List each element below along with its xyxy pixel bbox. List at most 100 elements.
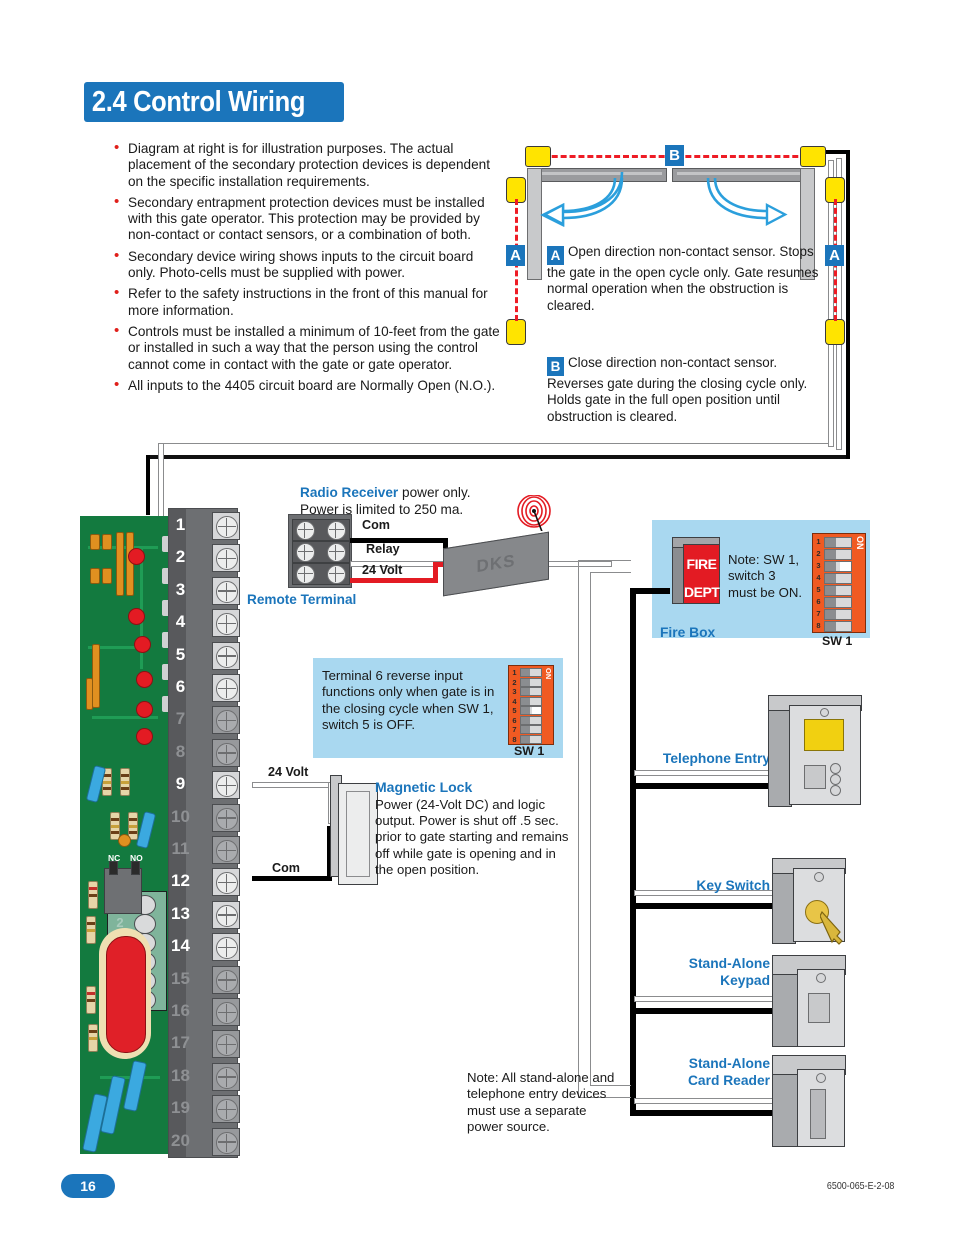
dip-switch-lever[interactable] bbox=[824, 549, 852, 560]
terminal-screw[interactable] bbox=[216, 1034, 238, 1057]
remote-terminal-screw[interactable] bbox=[296, 521, 315, 540]
dip-switch-sw1-terminal6-label: SW 1 bbox=[514, 744, 545, 758]
terminal-screw[interactable] bbox=[216, 1066, 238, 1089]
terminal-screw-housing bbox=[212, 1030, 240, 1059]
terminal-screw[interactable] bbox=[216, 742, 238, 765]
remote-terminal-cell[interactable] bbox=[292, 541, 350, 563]
standalone-keypad-label-l1: Stand-Alone bbox=[688, 956, 770, 971]
terminal-row[interactable]: 3 bbox=[176, 574, 240, 606]
dip-switch-lever[interactable] bbox=[824, 609, 852, 620]
terminal-screw[interactable] bbox=[216, 678, 238, 700]
terminal-screw-housing bbox=[212, 868, 240, 897]
dip-switch-lever-active[interactable] bbox=[520, 706, 542, 715]
page-title: 2.4 Control Wiring bbox=[91, 86, 306, 118]
remote-terminal-screw[interactable] bbox=[327, 521, 346, 540]
terminal-screw[interactable] bbox=[216, 904, 238, 927]
terminal-row[interactable]: 20 bbox=[171, 1125, 240, 1157]
terminal-row[interactable]: 15 bbox=[171, 963, 240, 995]
remote-terminal-block[interactable] bbox=[288, 514, 352, 588]
terminal-screw[interactable] bbox=[216, 937, 238, 960]
wire-label-relay: Relay bbox=[366, 542, 400, 556]
dip-switch-lever[interactable] bbox=[824, 537, 852, 548]
terminal-row[interactable]: 10 bbox=[171, 801, 240, 833]
terminal-screw[interactable] bbox=[216, 872, 238, 895]
wire-24v-red bbox=[350, 578, 438, 583]
device-screw bbox=[816, 973, 826, 983]
dip-switch-lever[interactable] bbox=[520, 715, 542, 725]
terminal-screw[interactable] bbox=[216, 645, 238, 668]
device-button[interactable] bbox=[830, 763, 841, 774]
dip-switch-lever[interactable] bbox=[520, 725, 542, 734]
terminal-row[interactable]: 2 bbox=[176, 541, 240, 573]
terminal-row[interactable]: 1 bbox=[176, 509, 240, 541]
terminal-row[interactable]: 17 bbox=[171, 1027, 240, 1059]
bullet-item: All inputs to the 4405 circuit board are… bbox=[112, 377, 502, 394]
terminal-screw[interactable] bbox=[216, 1099, 238, 1122]
terminal-number: 17 bbox=[171, 1033, 190, 1053]
dip-switch-lever[interactable] bbox=[520, 687, 542, 696]
terminal-screw[interactable] bbox=[216, 516, 238, 538]
terminal-screw[interactable] bbox=[216, 775, 238, 798]
terminal-screw[interactable] bbox=[216, 1131, 238, 1154]
terminal-row[interactable]: 11 bbox=[172, 833, 240, 865]
dip-switch-lever[interactable] bbox=[520, 677, 542, 687]
dip-switch-lever[interactable] bbox=[520, 696, 542, 706]
bullet-item: Secondary entrapment protection devices … bbox=[112, 194, 502, 244]
sensor-b-text: Close direction non-contact sensor. Reve… bbox=[547, 355, 808, 424]
terminal-screw[interactable] bbox=[216, 580, 238, 603]
dip-switch-sw1-terminal6[interactable]: 1 2 3 4 5 6 7 8 ON bbox=[508, 665, 554, 745]
bullet-item: Secondary device wiring shows inputs to … bbox=[112, 248, 502, 282]
dip-switch-lever[interactable] bbox=[824, 573, 852, 584]
terminal-row[interactable]: 16 bbox=[171, 995, 240, 1027]
dip-switch-lever[interactable] bbox=[824, 621, 852, 632]
dip-switch-lever[interactable] bbox=[824, 585, 852, 596]
remote-terminal-screw[interactable] bbox=[296, 565, 315, 584]
remote-terminal-screw[interactable] bbox=[327, 543, 346, 562]
terminal-screw-housing bbox=[212, 1062, 240, 1091]
terminal-row[interactable]: 19 bbox=[171, 1092, 240, 1124]
terminal-screw[interactable] bbox=[216, 710, 238, 733]
terminal-screw[interactable] bbox=[216, 969, 238, 992]
card-slot[interactable] bbox=[810, 1089, 826, 1139]
terminal-row[interactable]: 14 bbox=[171, 930, 240, 962]
terminal-row[interactable]: 18 bbox=[171, 1060, 240, 1092]
pcb-resistor bbox=[88, 1024, 98, 1052]
antenna-icon bbox=[512, 494, 556, 548]
terminal-number: 15 bbox=[171, 968, 190, 988]
terminal-row[interactable]: 6 bbox=[176, 671, 240, 703]
sensor-a-text: Open direction non-contact sensor. Stops… bbox=[547, 244, 819, 313]
standalone-keypad-device bbox=[772, 955, 846, 1047]
wire-to-key-switch bbox=[634, 903, 774, 909]
device-button[interactable] bbox=[830, 785, 841, 796]
device-button[interactable] bbox=[830, 774, 841, 785]
terminal-screw[interactable] bbox=[216, 807, 238, 830]
remote-terminal-cell[interactable] bbox=[292, 519, 350, 541]
terminal-row[interactable]: 4 bbox=[176, 606, 240, 638]
dip-switch-sw1-fire[interactable]: 1 2 3 4 5 6 7 8 ON bbox=[812, 533, 866, 633]
remote-terminal-cell[interactable] bbox=[292, 563, 350, 585]
dip-switch-lever[interactable] bbox=[824, 597, 852, 608]
remote-terminal-screw[interactable] bbox=[296, 543, 315, 562]
badge-a-right: A bbox=[825, 245, 844, 266]
keypad-buttons[interactable] bbox=[808, 993, 830, 1023]
terminal-row[interactable]: 12 bbox=[171, 865, 240, 897]
terminal-screw[interactable] bbox=[216, 1002, 238, 1024]
remote-terminal-screw[interactable] bbox=[327, 565, 346, 584]
terminal-screw-housing bbox=[212, 674, 240, 702]
dip-switch-lever-active[interactable] bbox=[824, 561, 852, 572]
dip-position-number: 3 bbox=[512, 687, 517, 696]
dip-switch-lever[interactable] bbox=[520, 668, 542, 677]
terminal-row[interactable]: 8 bbox=[176, 736, 240, 768]
terminal-row[interactable]: 5 bbox=[176, 639, 240, 671]
terminal-screw[interactable] bbox=[216, 548, 238, 571]
terminal-screw[interactable] bbox=[216, 613, 238, 636]
dip-switch-lever[interactable] bbox=[520, 734, 542, 744]
terminal-screw[interactable] bbox=[216, 840, 238, 862]
terminal-row[interactable]: 9 bbox=[176, 768, 240, 800]
bullet-item: Controls must be installed a minimum of … bbox=[112, 323, 502, 373]
terminal-row[interactable]: 7 bbox=[176, 703, 240, 735]
terminal-row[interactable]: 13 bbox=[171, 898, 240, 930]
photo-eye-right-lower bbox=[825, 319, 845, 345]
swing-arrow-left-icon bbox=[537, 172, 627, 227]
pcb-resistor bbox=[120, 768, 130, 796]
